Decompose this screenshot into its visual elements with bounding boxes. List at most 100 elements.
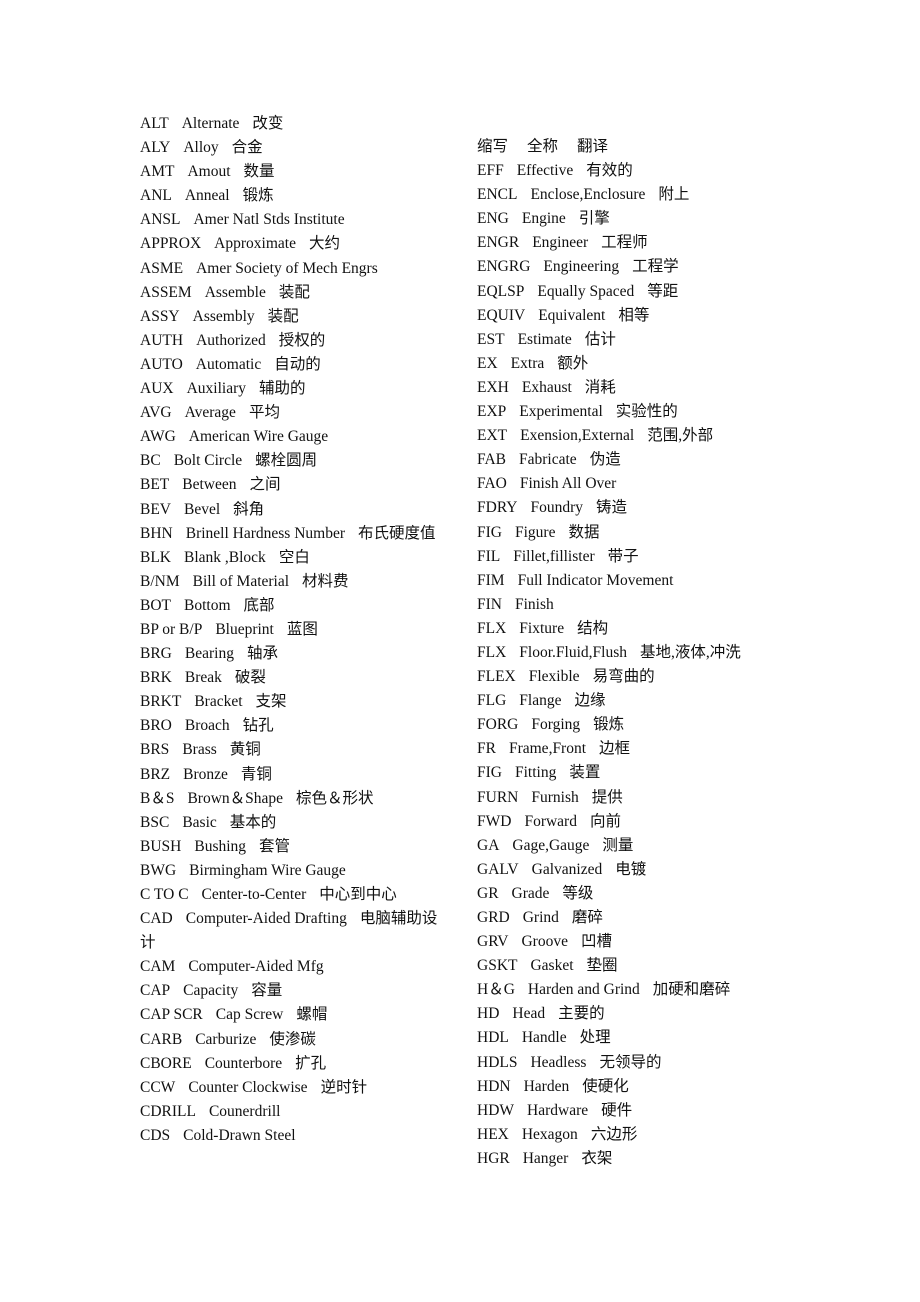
translation: 基本的 <box>229 813 277 831</box>
translation: 伪造 <box>589 451 621 469</box>
full-name: Engineer <box>532 234 589 252</box>
abbreviation: BC <box>140 452 161 470</box>
abbreviation-entry: CAM Computer-Aided Mfg <box>140 955 448 979</box>
translation: 逆时针 <box>320 1078 368 1096</box>
abbreviation: CDRILL <box>140 1102 196 1120</box>
abbreviation: HDN <box>477 1077 511 1095</box>
full-name: Engineering <box>543 258 620 276</box>
abbreviation-entry: FDRY Foundry 铸造 <box>477 496 777 520</box>
full-name: Alternate <box>181 115 240 132</box>
full-name: Counter Clockwise <box>188 1078 308 1096</box>
translation: 工程学 <box>632 258 679 276</box>
full-name: Equivalent <box>538 306 606 324</box>
abbreviation: BET <box>140 476 170 494</box>
abbreviation: HEX <box>477 1125 509 1143</box>
abbreviation: FWD <box>477 812 512 830</box>
abbreviation: AMT <box>140 163 175 181</box>
translation: 衣架 <box>581 1149 613 1167</box>
abbreviation: CARB <box>140 1030 183 1048</box>
abbreviation: BRG <box>140 645 172 663</box>
abbreviation: BP or B/P <box>140 620 203 638</box>
abbreviation-entry: FURN Furnish 提供 <box>477 786 777 810</box>
abbreviation-entry: EXT Exension,External 范围,外部 <box>477 424 777 448</box>
header-abbreviation: 缩写 <box>477 138 509 155</box>
abbreviation-entry: CDS Cold-Drawn Steel <box>140 1124 448 1148</box>
abbreviation: CBORE <box>140 1054 192 1072</box>
abbreviation: B＆S <box>140 789 175 807</box>
full-name: Center-to-Center <box>201 886 307 903</box>
abbreviation: CAP <box>140 982 171 1000</box>
full-name: Bearing <box>184 645 234 663</box>
full-name: Gasket <box>530 957 574 975</box>
abbreviation-entry: GA Gage,Gauge 测量 <box>477 834 777 858</box>
full-name: Effective <box>516 162 574 180</box>
abbreviation: EQUIV <box>477 306 526 324</box>
abbreviation-entry: BET Between 之间 <box>140 473 448 497</box>
abbreviation-entry: BWG Birmingham Wire Gauge <box>140 859 448 883</box>
full-name: Harden and Grind <box>527 981 640 999</box>
full-name: Assembly <box>192 307 255 325</box>
translation: 扩孔 <box>295 1054 327 1072</box>
abbreviation: ENGRG <box>477 258 531 276</box>
full-name: Alloy <box>183 139 219 157</box>
abbreviation-entry: FIG Figure 数据 <box>477 521 777 545</box>
abbreviation: FAB <box>477 451 507 469</box>
abbreviation-entry: HDW Hardware 硬件 <box>477 1099 777 1123</box>
translation: 授权的 <box>278 331 326 349</box>
abbreviation: BWG <box>140 861 177 879</box>
abbreviation-entry: EST Estimate 估计 <box>477 328 777 352</box>
translation: 电镀 <box>615 860 647 878</box>
abbreviation-entry: FWD Forward 向前 <box>477 810 777 834</box>
translation: 平均 <box>248 404 280 422</box>
abbreviation-entry: FIN Finish <box>477 593 777 617</box>
translation: 无领导的 <box>599 1053 662 1071</box>
full-name: Exension,External <box>520 427 635 445</box>
abbreviation-entry: EQUIV Equivalent 相等 <box>477 304 777 328</box>
translation: 棕色＆形状 <box>296 789 374 807</box>
translation: 钻孔 <box>242 717 274 735</box>
full-name: Exhaust <box>521 378 572 396</box>
translation: 易弯曲的 <box>592 668 655 686</box>
abbreviation-entry: GRD Grind 磨碎 <box>477 906 777 930</box>
full-name: Furnish <box>531 788 579 806</box>
abbreviation: FAO <box>477 475 507 493</box>
translation: 工程师 <box>601 234 648 252</box>
translation: 底部 <box>243 596 275 614</box>
translation: 等距 <box>647 282 679 300</box>
full-name: Computer-Aided Drafting <box>185 910 347 928</box>
translation: 蓝图 <box>286 620 318 638</box>
abbreviation: HD <box>477 1005 500 1023</box>
abbreviation-entry: C TO C Center-to-Center 中心到中心 <box>140 883 448 907</box>
full-name: Harden <box>523 1077 570 1095</box>
abbreviation: EX <box>477 354 498 372</box>
translation: 螺栓圆周 <box>255 452 318 470</box>
abbreviation-entry: BSC Basic 基本的 <box>140 811 448 835</box>
translation: 附上 <box>658 186 690 204</box>
abbreviation: ANSL <box>140 211 181 229</box>
abbreviation-entry: BOT Bottom 底部 <box>140 594 448 618</box>
translation: 加硬和磨碎 <box>652 981 731 999</box>
abbreviation-entry: FIM Full Indicator Movement <box>477 569 777 593</box>
abbreviation-entry: CAD Computer-Aided Drafting 电脑辅助设计 <box>140 907 448 955</box>
full-name: Broach <box>184 717 230 735</box>
abbreviation: C TO C <box>140 886 189 903</box>
abbreviation-entry: BC Bolt Circle 螺栓圆周 <box>140 449 448 473</box>
abbreviation: EQLSP <box>477 282 525 300</box>
abbreviation: FORG <box>477 716 519 734</box>
full-name: Automatic <box>195 355 262 373</box>
abbreviation-entry: ENGRG Engineering 工程学 <box>477 255 777 279</box>
abbreviation: ASSY <box>140 307 180 325</box>
abbreviation: FDRY <box>477 499 518 517</box>
translation: 带子 <box>607 547 639 565</box>
abbreviation: AWG <box>140 428 176 446</box>
translation: 装置 <box>569 764 601 782</box>
full-name: Headless <box>530 1053 587 1071</box>
abbreviation: GSKT <box>477 957 518 975</box>
abbreviation-entry: FAO Finish All Over <box>477 472 777 496</box>
abbreviation-entry: ANSL Amer Natl Stds Institute <box>140 208 448 232</box>
abbreviation: FLG <box>477 692 507 710</box>
abbreviation: FR <box>477 740 496 758</box>
full-name: Fitting <box>514 764 557 782</box>
translation: 数据 <box>568 523 600 541</box>
translation: 支架 <box>255 693 287 711</box>
